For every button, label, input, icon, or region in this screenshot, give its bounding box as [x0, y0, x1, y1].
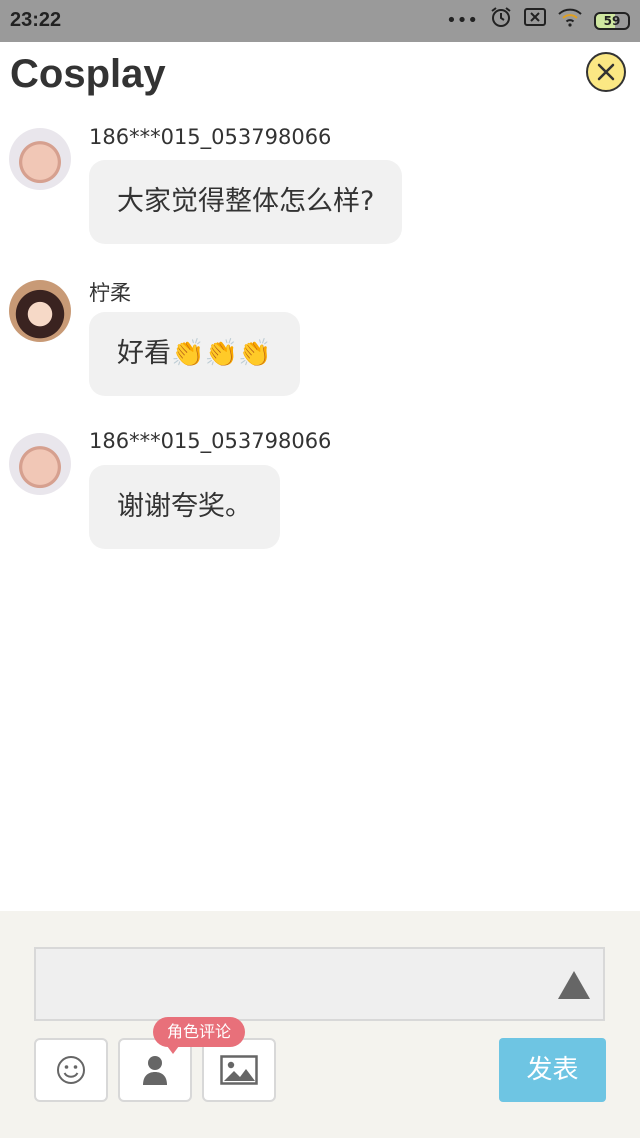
page-title: Cosplay — [10, 52, 166, 96]
sender-name: 柠柔 — [89, 281, 131, 305]
role-comment-tag[interactable]: 角色评论 — [153, 1017, 246, 1054]
image-button[interactable] — [202, 1038, 276, 1102]
message-bubble: 好看👏👏👏 — [89, 312, 300, 396]
wifi-icon — [558, 7, 582, 35]
composer-panel: 角色评论 发表 — [0, 911, 640, 1138]
emoji-button[interactable] — [34, 1038, 108, 1102]
more-dots-icon: ••• — [446, 10, 478, 31]
publish-button[interactable]: 发表 — [499, 1038, 606, 1102]
image-icon — [220, 1055, 258, 1085]
close-icon — [597, 63, 615, 81]
status-time: 23:22 — [10, 9, 62, 31]
battery-indicator: 59 — [594, 12, 630, 30]
message-bubble: 谢谢夸奖。 — [89, 465, 280, 549]
status-icons: ••• 59 — [446, 6, 630, 36]
expand-arrow-icon[interactable] — [558, 971, 590, 999]
sender-name: 186***015_053798066 — [89, 429, 332, 453]
person-icon — [143, 1056, 167, 1085]
role-button[interactable] — [118, 1038, 192, 1102]
close-button[interactable] — [586, 52, 626, 92]
message-bubble: 大家觉得整体怎么样? — [89, 160, 403, 244]
comment-input[interactable] — [34, 947, 605, 1021]
status-bar: 23:22 ••• 59 — [0, 0, 640, 42]
sender-name: 186***015_053798066 — [89, 125, 332, 149]
alarm-icon — [490, 6, 512, 36]
no-sim-icon — [524, 7, 546, 35]
avatar[interactable] — [9, 128, 71, 190]
avatar[interactable] — [9, 280, 71, 342]
avatar[interactable] — [9, 433, 71, 495]
emoji-icon — [57, 1056, 85, 1084]
